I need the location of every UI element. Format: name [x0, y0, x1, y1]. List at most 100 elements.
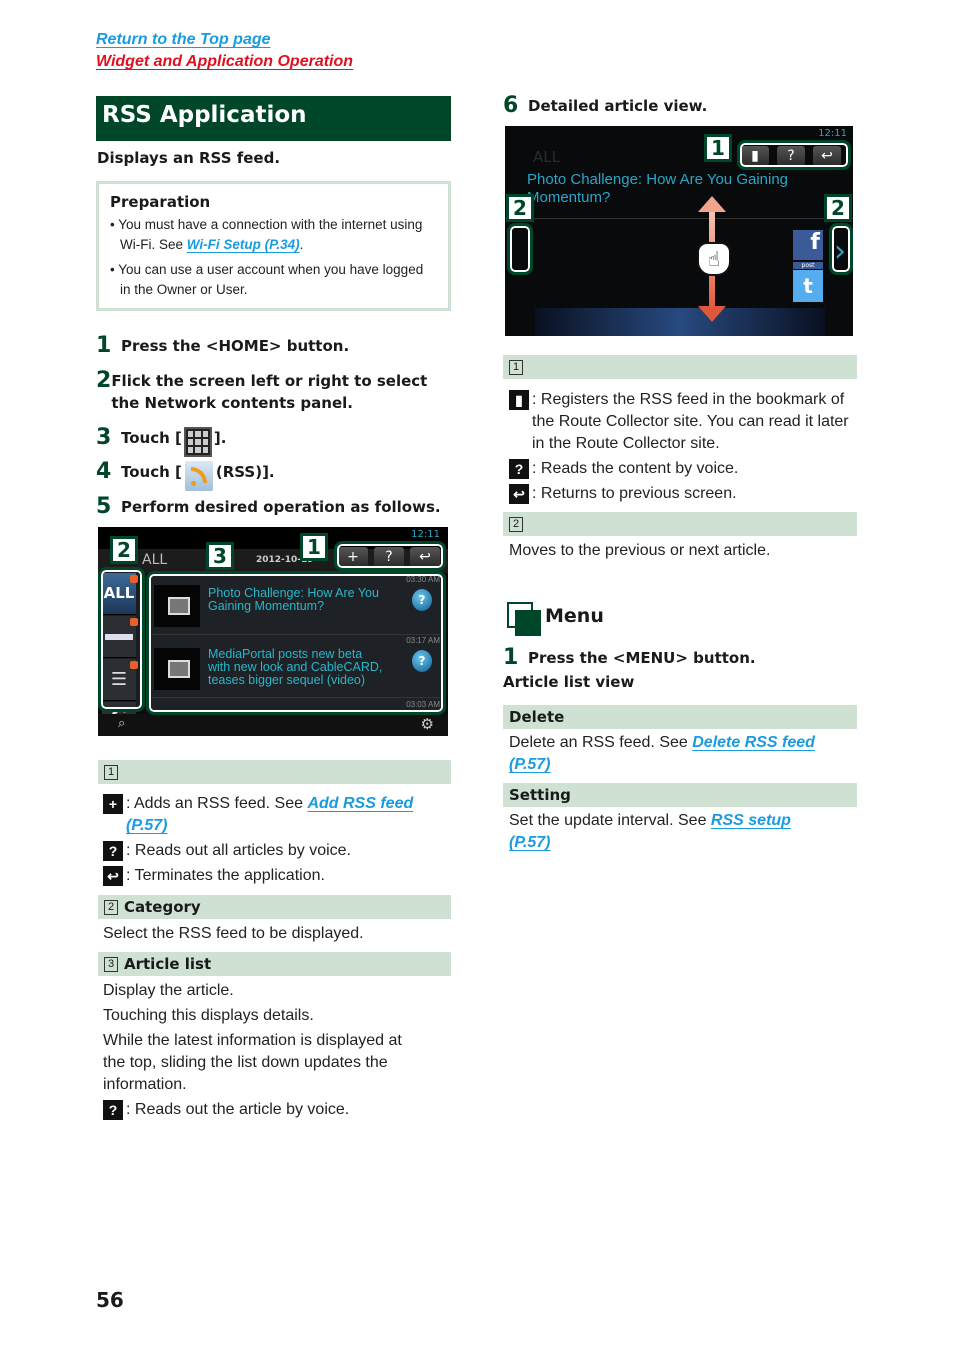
legend-text: While the latest information is displaye…: [103, 1032, 402, 1093]
legend-number: 1: [104, 764, 118, 780]
step-text: Touch [: [121, 429, 182, 447]
article-detail-screenshot: 12:11 ALL Photo Challenge: How Are You G…: [505, 126, 853, 336]
step-text: Press the <MENU> button.: [528, 649, 756, 667]
page-number: 56: [96, 1288, 124, 1312]
callout-2: 2: [110, 536, 138, 564]
clock: 12:11: [818, 128, 847, 139]
preparation-box: Preparation You must have a connection w…: [96, 181, 451, 311]
arrow-down: [698, 306, 726, 322]
clock: 12:11: [411, 529, 440, 540]
section-intro: Displays an RSS feed.: [97, 149, 281, 167]
highlight-next[interactable]: [829, 223, 853, 275]
callout-1: 1: [300, 533, 328, 561]
legend-item-back: ↩ : Terminates the application.: [103, 865, 325, 887]
step-text: (RSS)].: [215, 463, 275, 481]
menu-item-setting-bar: Setting: [503, 783, 857, 807]
legend-item-voice: ? : Reads out the article by voice.: [103, 1099, 349, 1121]
wifi-setup-link[interactable]: Wi-Fi Setup (P.34): [187, 237, 300, 252]
return-top-link[interactable]: Return to the Top page: [96, 31, 271, 49]
menu-item-delete-text: Delete an RSS feed. See Delete RSS feed …: [509, 734, 815, 773]
legend-text: Touching this displays details.: [103, 1007, 314, 1024]
menu-subhead: Article list view: [503, 673, 635, 691]
legend-item-voice: ? : Reads the content by voice.: [509, 458, 738, 480]
menu-item-title: Setting: [509, 786, 571, 804]
preparation-item: You must have a connection with the inte…: [110, 215, 437, 255]
settings-gear-icon[interactable]: ⚙: [421, 715, 434, 733]
menu-item-delete-bar: Delete: [503, 705, 857, 729]
menu-section-icon: [507, 602, 541, 636]
back-icon: ↩: [103, 866, 123, 886]
header-label: ALL: [533, 148, 560, 166]
legend-number: 3: [104, 956, 118, 972]
legend-text: : Registers the RSS feed in the bookmark…: [532, 391, 849, 452]
step-number: 6: [503, 93, 519, 118]
rss-icon: [184, 461, 213, 491]
menu-item-setting-text: Set the update interval. See RSS setup (…: [509, 812, 791, 851]
post-label: post: [793, 262, 823, 269]
callout-2-left: 2: [506, 194, 534, 222]
legend-1-bar: 1: [98, 760, 451, 784]
voice-read-icon: ?: [103, 1100, 123, 1120]
highlight-3: [146, 571, 446, 715]
legend-item-add: + : Adds an RSS feed. See Add RSS feed (…: [103, 793, 423, 837]
preparation-title: Preparation: [110, 193, 211, 211]
legend-text: Select the RSS feed to be displayed.: [103, 925, 364, 942]
step-4: 4 Touch [ (RSS)].: [96, 461, 275, 491]
legend-item-read-all: ? : Reads out all articles by voice.: [103, 840, 351, 862]
step-number: 3: [96, 425, 112, 450]
twitter-icon[interactable]: t: [793, 270, 823, 302]
step-number: 2: [96, 368, 112, 393]
highlight-1: [737, 140, 851, 170]
legend-text: : Reads out the article by voice.: [126, 1101, 350, 1118]
highlight-1: [334, 541, 446, 571]
step-number: 4: [96, 459, 112, 484]
bookmark-icon: ▮: [509, 390, 529, 410]
step-text: Detailed article view.: [528, 97, 708, 115]
highlight-prev[interactable]: [507, 223, 533, 275]
step-3: 3 Touch [ ].: [96, 427, 226, 457]
legend-text: : Reads out all articles by voice.: [126, 842, 351, 859]
menu-step-1: 1 Press the <MENU> button.: [503, 647, 756, 669]
step-number: 1: [503, 645, 519, 670]
step-text: Press the <HOME> button.: [121, 337, 350, 355]
callout-3: 3: [206, 542, 234, 570]
legend-3-bar: 3 Article list: [98, 952, 451, 976]
plus-icon: +: [103, 794, 123, 814]
legend-title: Category: [124, 898, 201, 916]
step-text: Perform desired operation as follows.: [121, 498, 441, 516]
legend-item-back: ↩ : Returns to previous screen.: [509, 483, 737, 505]
back-icon: ↩: [509, 484, 529, 504]
facebook-icon[interactable]: f: [793, 230, 823, 260]
legend-title: Article list: [124, 955, 212, 973]
legend-2-bar: 2 Category: [98, 895, 451, 919]
step-5: 5 Perform desired operation as follows.: [96, 496, 441, 518]
grid-icon: [183, 427, 212, 457]
legend-number: 1: [509, 359, 523, 375]
highlight-2: [98, 567, 145, 712]
step-2: 2 Flick the screen left or right to sele…: [96, 370, 446, 414]
menu-title: Menu: [545, 605, 604, 627]
legend-item-bookmark: ▮ : Registers the RSS feed in the bookma…: [509, 389, 849, 455]
legend-detail-2-bar: 2: [503, 512, 857, 536]
legend-text: : Reads the content by voice.: [532, 460, 739, 477]
widget-operation-link[interactable]: Widget and Application Operation: [96, 53, 353, 71]
legend-number: 2: [509, 516, 523, 532]
legend-text: : Terminates the application.: [126, 867, 325, 884]
bottom-bar: ⌕ ⚙: [98, 714, 448, 736]
legend-text: Display the article.: [103, 982, 234, 999]
step-6: 6 Detailed article view.: [503, 95, 707, 117]
menu-item-title: Delete: [509, 708, 565, 726]
callout-1: 1: [704, 134, 732, 162]
search-icon[interactable]: ⌕: [118, 716, 125, 731]
step-text: Flick the screen left or right to select…: [111, 372, 428, 412]
header-label: ALL: [142, 552, 168, 568]
callout-2-right: 2: [824, 194, 852, 222]
divider: [505, 218, 853, 219]
section-title: RSS Application: [96, 96, 451, 141]
prep-after: .: [299, 237, 304, 252]
article-list-screenshot: 12:11 ALL 2012-10-19 + ? ↩ ALL ☰ G 03:30…: [98, 527, 448, 736]
article-image: [535, 308, 825, 336]
legend-text: : Adds an RSS feed. See: [126, 795, 308, 812]
step-number: 1: [96, 333, 112, 358]
step-text: ].: [213, 429, 227, 447]
